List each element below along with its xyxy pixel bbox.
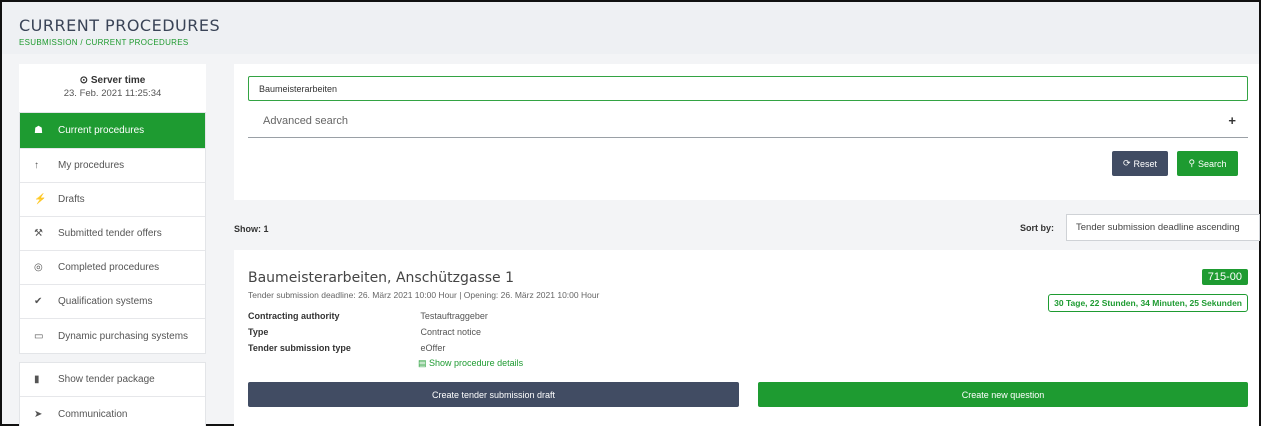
field-value: eOffer: [420, 343, 446, 353]
field-key: Tender submission type: [248, 343, 351, 353]
sidebar-item-current-procedures[interactable]: ☗ Current procedures: [20, 113, 205, 149]
check-icon: ✔: [34, 296, 43, 307]
sidebar: ⊙ Server time 23. Feb. 2021 11:25:34 ☗ C…: [19, 64, 206, 426]
show-procedure-details-link[interactable]: ▤ Show procedure details: [418, 358, 523, 369]
bookmark-icon: ▮: [34, 374, 40, 385]
details-link-label: Show procedure details: [429, 358, 524, 368]
sort-label: Sort by:: [1020, 223, 1055, 233]
sidebar-item-label: Submitted tender offers: [58, 228, 162, 239]
sidebar-item-completed-procedures[interactable]: ◎ Completed procedures: [20, 251, 205, 285]
home-icon: ☗: [34, 125, 43, 136]
up-arrow-icon: ↑: [34, 160, 39, 171]
result-count: Show: 1: [234, 224, 269, 234]
sidebar-item-label: Dynamic purchasing systems: [58, 330, 189, 342]
send-icon: ➤: [34, 408, 43, 420]
server-time-value: 23. Feb. 2021 11:25:34: [63, 88, 162, 99]
procedure-card: Baumeisterarbeiten, Anschützgasse 1 Tend…: [234, 250, 1259, 426]
create-draft-button[interactable]: Create tender submission draft: [248, 382, 739, 407]
field-submission-type: Tender submission type eOffer: [248, 343, 445, 353]
search-panel: Advanced search + ⟳ Reset ⚲ Search: [234, 64, 1259, 200]
sidebar-item-qualification-systems[interactable]: ✔ Qualification systems: [20, 285, 205, 319]
gavel-icon: ⚒: [34, 228, 43, 239]
sidebar-item-drafts[interactable]: ⚡ Drafts: [20, 183, 205, 217]
refresh-icon: ⟳: [1122, 158, 1131, 168]
sidebar-item-label: My procedures: [58, 160, 125, 171]
folder-icon: ▭: [34, 330, 44, 342]
sidebar-item-label: Current procedures: [58, 125, 145, 136]
sidebar-item-label: Communication: [58, 408, 128, 420]
field-contracting-authority: Contracting authority Testauftraggeber: [248, 311, 488, 321]
sidebar-nav-secondary: ▮ Show tender package ➤ Communication: [19, 362, 206, 426]
server-time-heading: ⊙ Server time: [19, 64, 206, 86]
magic-wand-icon: ⚡: [34, 194, 47, 205]
sidebar-item-label: Completed procedures: [58, 262, 160, 273]
search-input[interactable]: [248, 76, 1248, 101]
create-question-button[interactable]: Create new question: [758, 382, 1248, 407]
eye-icon: ◎: [34, 262, 43, 273]
sidebar-nav: ☗ Current procedures ↑ My procedures ⚡ D…: [19, 112, 206, 354]
sidebar-item-dynamic-purchasing-systems[interactable]: ▭ Dynamic purchasing systems: [20, 319, 205, 353]
search-icon: ⚲: [1188, 158, 1196, 168]
procedure-id-badge: 715-00: [1201, 269, 1248, 285]
breadcrumb-esubmission[interactable]: ESUBMISSION: [19, 38, 78, 47]
server-time-label: Server time: [90, 75, 146, 86]
sidebar-item-submitted-tender-offers[interactable]: ⚒ Submitted tender offers: [20, 217, 205, 251]
page-title: CURRENT PROCEDURES: [19, 16, 221, 35]
page-header: CURRENT PROCEDURES ESUBMISSION / CURRENT…: [2, 2, 1259, 54]
sidebar-item-show-tender-package[interactable]: ▮ Show tender package: [20, 363, 205, 397]
sidebar-item-communication[interactable]: ➤ Communication: [20, 397, 205, 426]
reset-button[interactable]: ⟳ Reset: [1112, 151, 1168, 176]
clock-icon: ⊙: [79, 75, 89, 86]
sort-select[interactable]: Tender submission deadline ascending: [1066, 214, 1260, 241]
field-key: Type: [248, 327, 269, 337]
field-key: Contracting authority: [248, 311, 340, 321]
breadcrumb: ESUBMISSION / CURRENT PROCEDURES: [19, 38, 189, 47]
advanced-search-label: Advanced search: [263, 114, 348, 127]
list-icon: ▤: [418, 358, 427, 368]
advanced-search-toggle[interactable]: Advanced search +: [248, 104, 1248, 138]
field-value: Testauftraggeber: [420, 311, 488, 321]
sidebar-item-label: Qualification systems: [58, 296, 153, 307]
search-label: Search: [1198, 158, 1227, 169]
server-time-box: ⊙ Server time 23. Feb. 2021 11:25:34: [19, 64, 206, 112]
countdown-badge: 30 Tage, 22 Stunden, 34 Minuten, 25 Seku…: [1048, 294, 1248, 312]
plus-icon[interactable]: +: [1228, 113, 1236, 128]
procedure-deadline: Tender submission deadline: 26. März 202…: [248, 290, 600, 300]
sidebar-item-label: Drafts: [58, 194, 85, 205]
sidebar-item-label: Show tender package: [58, 374, 155, 385]
sidebar-item-my-procedures[interactable]: ↑ My procedures: [20, 149, 205, 183]
search-button[interactable]: ⚲ Search: [1177, 151, 1238, 176]
reset-label: Reset: [1133, 158, 1158, 169]
breadcrumb-current: / CURRENT PROCEDURES: [80, 38, 189, 47]
field-type: Type Contract notice: [248, 327, 481, 337]
procedure-title[interactable]: Baumeisterarbeiten, Anschützgasse 1: [248, 270, 514, 286]
field-value: Contract notice: [420, 327, 482, 337]
